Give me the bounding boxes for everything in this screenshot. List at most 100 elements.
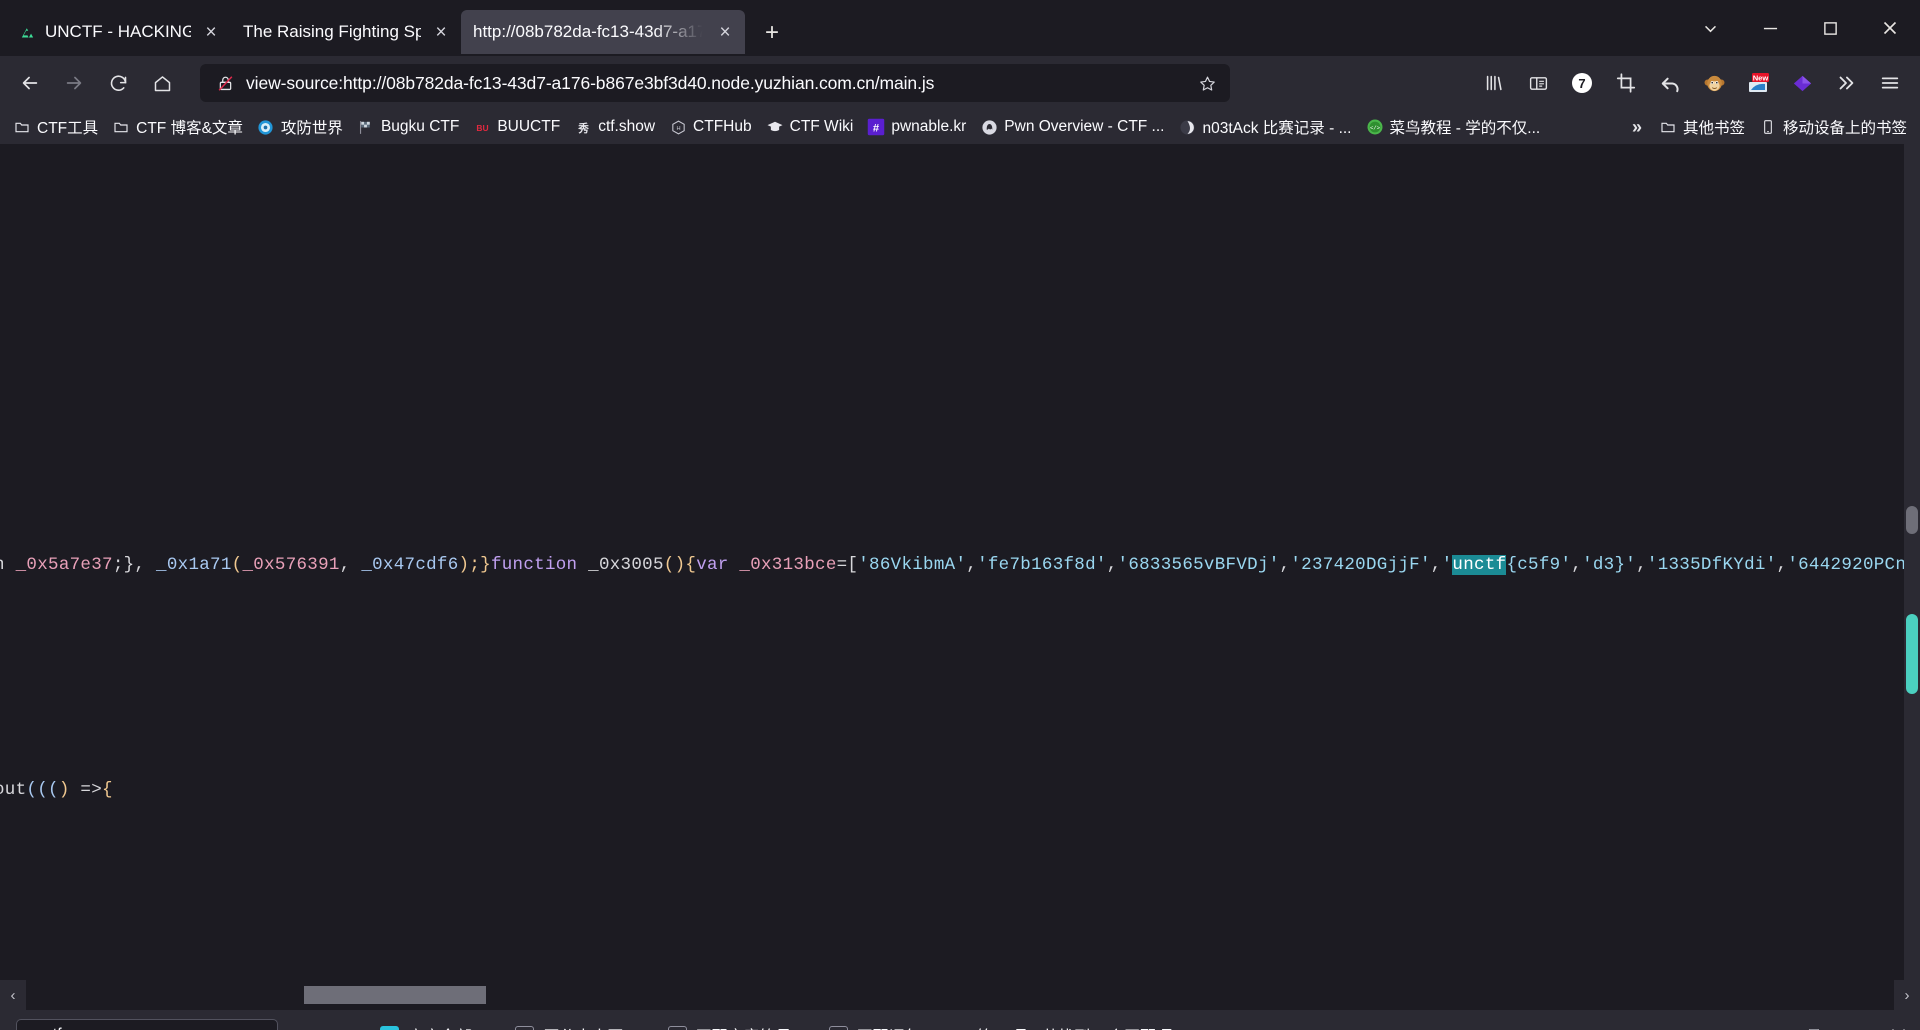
code-segment-16: , (966, 555, 977, 575)
find-close-button[interactable] (1882, 1019, 1914, 1030)
bookmark-gongfang-shijie[interactable]: 攻防世界 (250, 114, 350, 140)
maximize-window-button[interactable] (1800, 6, 1860, 50)
address-bar-text[interactable]: view-source:http://08b782da-fc13-43d7-a1… (246, 73, 1194, 94)
code-segment-31: '6442920PCnqhb' (1787, 555, 1920, 575)
find-previous-button[interactable] (284, 1018, 318, 1030)
match-diacritics-checkbox[interactable] (668, 1026, 687, 1030)
highlight-all-option[interactable]: 高亮全部(A) (380, 1023, 493, 1030)
bookmark-pwn-overview[interactable]: Pwn Overview - CTF ... (973, 114, 1171, 140)
bookmark-ctf-show[interactable]: 秀 ctf.show (567, 114, 662, 140)
extension-badge-7-icon[interactable]: 7 (1562, 63, 1602, 103)
scroll-left-arrow-icon[interactable]: ‹ (0, 980, 26, 1010)
browser-tab-view-source[interactable]: http://08b782da-fc13-43d7-a176 × (461, 10, 745, 54)
match-case-label: 区分大小写(C) (543, 1023, 645, 1030)
find-bar: 高亮全部(A) 区分大小写(C) 匹配变音符号(I) 匹配词句(W) 第 1 项… (0, 1010, 1920, 1030)
bookmark-star-icon[interactable] (1194, 70, 1220, 96)
bookmark-label: 其他书签 (1683, 116, 1745, 138)
find-next-button[interactable] (324, 1018, 358, 1030)
svg-text:New: New (1753, 73, 1769, 82)
whole-words-option[interactable]: 匹配词句(W) (829, 1023, 947, 1030)
code-segment-2: ) (59, 780, 70, 800)
bookmark-label: ctf.show (598, 118, 655, 136)
svg-text:BU: BU (476, 123, 488, 133)
svg-text:7: 7 (1578, 76, 1585, 91)
flag-icon (357, 118, 375, 136)
find-match-marker (1906, 614, 1918, 694)
code-segment-25: {c5f9' (1506, 555, 1571, 575)
bookmark-n03tack[interactable]: n03tAck 比赛记录 - ... (1171, 114, 1358, 140)
horizontal-scrollbar-track[interactable] (26, 980, 1894, 1010)
site-icon-hex: H (669, 118, 687, 136)
folder-icon (13, 118, 31, 136)
horizontal-scrollbar[interactable]: ‹ › (0, 980, 1920, 1010)
bookmark-label: n03tAck 比赛记录 - ... (1202, 116, 1351, 138)
library-icon[interactable] (1474, 63, 1514, 103)
close-window-button[interactable] (1860, 6, 1920, 50)
reload-button[interactable] (98, 63, 138, 103)
tab-close-button[interactable]: × (197, 18, 225, 46)
app-menu-icon[interactable] (1870, 63, 1910, 103)
screenshot-crop-icon[interactable] (1606, 63, 1646, 103)
bookmark-ctfhub[interactable]: H CTFHub (662, 114, 759, 140)
match-diacritics-option[interactable]: 匹配变音符号(I) (668, 1023, 807, 1030)
bookmark-bugku-ctf[interactable]: Bugku CTF (350, 114, 466, 140)
vertical-scrollbar-thumb[interactable] (1906, 506, 1918, 534)
list-all-tabs-button[interactable] (1680, 6, 1740, 50)
tab-close-button[interactable]: × (711, 18, 739, 46)
monkey-extension-icon[interactable] (1694, 63, 1734, 103)
vertical-scrollbar[interactable] (1904, 144, 1920, 980)
tab-close-button[interactable]: × (427, 18, 455, 46)
address-bar[interactable]: view-source:http://08b782da-fc13-43d7-a1… (200, 64, 1230, 102)
site-icon-char: 秀 (574, 118, 592, 136)
bookmark-ctf-blogs[interactable]: CTF 博客&文章 (105, 114, 250, 140)
bookmark-label: BUUCTF (497, 118, 560, 136)
tab-strip: UNCTF - HACKING 4 FUN × The Raising Figh… (0, 0, 1920, 56)
home-button[interactable] (142, 63, 182, 103)
scroll-right-arrow-icon[interactable]: › (1894, 980, 1920, 1010)
code-segment-13: _0x313bce (739, 555, 836, 575)
match-case-option[interactable]: 区分大小写(C) (515, 1023, 645, 1030)
bookmark-folder-mobile[interactable]: 移动设备上的书签 (1752, 114, 1914, 140)
horizontal-scrollbar-thumb[interactable] (304, 986, 486, 1004)
bookmark-pwnable-kr[interactable]: # pwnable.kr (860, 114, 973, 140)
bookmarks-overflow-icon[interactable]: » (1622, 117, 1652, 138)
bookmark-runoob[interactable]: </> 菜鸟教程 - 学的不仅... (1359, 114, 1548, 140)
unctf-logo-icon (18, 23, 36, 41)
code-segment-26: , (1571, 555, 1582, 575)
code-segment-18: , (1107, 555, 1118, 575)
overflow-chevrons-icon[interactable] (1826, 63, 1866, 103)
folder-icon (112, 118, 130, 136)
bookmark-ctf-wiki[interactable]: CTF Wiki (759, 114, 861, 140)
find-input[interactable] (16, 1019, 278, 1030)
minimize-window-button[interactable] (1740, 6, 1800, 50)
highlight-all-checkbox[interactable] (380, 1026, 399, 1030)
code-segment-14: =[ (837, 555, 859, 575)
back-button[interactable] (10, 63, 50, 103)
view-source-content[interactable]: n _0x5a7e37;}, _0x1a71(_0x576391, _0x47c… (0, 144, 1920, 980)
code-segment-19: '6833565vBFVDj' (1118, 555, 1280, 575)
browser-tab-unctf[interactable]: UNCTF - HACKING 4 FUN × (6, 10, 231, 54)
new-tab-button[interactable]: + (752, 13, 792, 53)
window-controls (1680, 0, 1920, 56)
bookmark-buuctf[interactable]: BU BUUCTF (466, 114, 567, 140)
site-icon-moon (1178, 118, 1196, 136)
source-code-line-2: out((() =>{ (0, 780, 113, 800)
bookmark-label: Pwn Overview - CTF ... (1004, 118, 1164, 136)
code-segment-27: 'd3}' (1582, 555, 1636, 575)
code-segment-22: , (1431, 555, 1442, 575)
bookmark-ctf-tools[interactable]: CTF工具 (6, 114, 105, 140)
match-case-checkbox[interactable] (515, 1026, 534, 1030)
code-segment-9: function (491, 555, 588, 575)
undo-arrow-icon[interactable] (1650, 63, 1690, 103)
new-extension-icon[interactable]: New (1738, 63, 1778, 103)
site-icon-green-code: </> (1366, 118, 1384, 136)
bookmark-folder-other[interactable]: 其他书签 (1652, 114, 1752, 140)
find-highlight-match: unctf (1452, 555, 1506, 575)
whole-words-checkbox[interactable] (829, 1026, 848, 1030)
sidebar-icon[interactable] (1518, 63, 1558, 103)
bookmark-label: 菜鸟教程 - 学的不仅... (1390, 116, 1541, 138)
svg-text:H: H (676, 125, 680, 131)
diamond-extension-icon[interactable] (1782, 63, 1822, 103)
browser-tab-raising-fighting-spirits[interactable]: The Raising Fighting Spirits × (231, 10, 461, 54)
highlight-all-label: 高亮全部(A) (408, 1023, 493, 1030)
